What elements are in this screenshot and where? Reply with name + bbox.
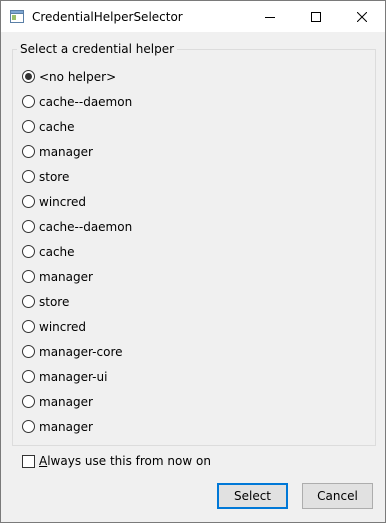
radio-label: manager <box>39 144 93 159</box>
radio-option[interactable]: wincred <box>22 314 132 339</box>
always-use-checkbox[interactable]: Always use this from now on <box>22 454 211 468</box>
radio-label: manager <box>39 269 93 284</box>
radio-option[interactable]: manager <box>22 139 132 164</box>
radio-label: manager-core <box>39 344 123 359</box>
radio-button-icon[interactable] <box>22 320 35 333</box>
radio-label: store <box>39 294 70 309</box>
radio-label: cache--daemon <box>39 94 133 109</box>
radio-button-icon[interactable] <box>22 370 35 383</box>
title-bar[interactable]: CredentialHelperSelector <box>1 1 385 32</box>
radio-button-icon[interactable] <box>22 270 35 283</box>
radio-button-icon[interactable] <box>22 345 35 358</box>
radio-label: cache <box>39 244 75 259</box>
minimize-button[interactable] <box>247 1 293 32</box>
radio-button-icon[interactable] <box>22 195 35 208</box>
radio-option[interactable]: manager <box>22 414 132 439</box>
close-button[interactable] <box>339 1 385 32</box>
radio-label: <no helper> <box>39 69 117 84</box>
radio-list: <no helper> cache--daemon cache manager stor… <box>22 64 132 439</box>
dialog-window: CredentialHelperSelector Select a creden… <box>0 0 386 523</box>
radio-button-icon[interactable] <box>22 70 35 83</box>
select-button[interactable]: Select <box>217 483 288 509</box>
checkbox-box[interactable] <box>22 454 35 468</box>
radio-button-icon[interactable] <box>22 145 35 158</box>
radio-label: store <box>39 169 70 184</box>
radio-label: manager <box>39 394 93 409</box>
radio-button-icon[interactable] <box>22 95 35 108</box>
minimize-icon <box>265 16 275 18</box>
group-title: Select a credential helper <box>17 41 178 57</box>
close-icon <box>357 11 367 22</box>
radio-option[interactable]: store <box>22 289 132 314</box>
radio-option[interactable]: manager-core <box>22 339 132 364</box>
radio-option[interactable]: cache--daemon <box>22 214 132 239</box>
radio-button-icon[interactable] <box>22 420 35 433</box>
radio-label: cache--daemon <box>39 219 133 234</box>
radio-button-icon[interactable] <box>22 170 35 183</box>
radio-option[interactable]: manager-ui <box>22 364 132 389</box>
radio-label: manager-ui <box>39 369 108 384</box>
radio-button-icon[interactable] <box>22 120 35 133</box>
radio-option[interactable]: <no helper> <box>22 64 132 89</box>
radio-label: wincred <box>39 194 87 209</box>
app-window-icon <box>10 10 24 23</box>
radio-option[interactable]: cache--daemon <box>22 89 132 114</box>
radio-option[interactable]: store <box>22 164 132 189</box>
checkbox-label: Always use this from now on <box>39 454 211 468</box>
radio-option[interactable]: wincred <box>22 189 132 214</box>
radio-option[interactable]: manager <box>22 389 132 414</box>
radio-option[interactable]: cache <box>22 239 132 264</box>
radio-label: manager <box>39 419 93 434</box>
radio-button-icon[interactable] <box>22 245 35 258</box>
radio-button-icon[interactable] <box>22 295 35 308</box>
radio-option[interactable]: manager <box>22 264 132 289</box>
cancel-button[interactable]: Cancel <box>302 483 373 509</box>
maximize-button[interactable] <box>293 1 339 32</box>
radio-label: cache <box>39 119 75 134</box>
maximize-icon <box>311 11 321 22</box>
window-title: CredentialHelperSelector <box>32 10 183 24</box>
radio-label: wincred <box>39 319 87 334</box>
radio-option[interactable]: cache <box>22 114 132 139</box>
radio-button-icon[interactable] <box>22 220 35 233</box>
radio-button-icon[interactable] <box>22 395 35 408</box>
